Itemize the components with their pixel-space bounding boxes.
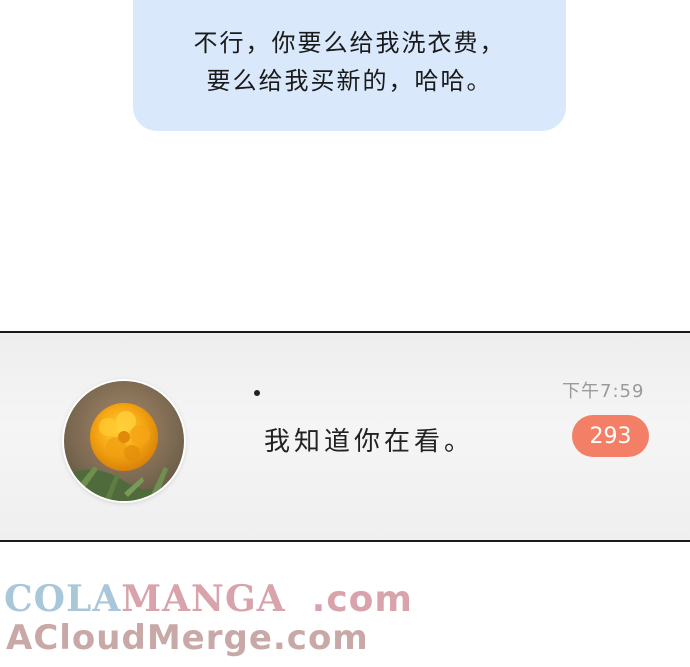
speech-line-2: 要么给我买新的，哈哈。: [206, 66, 493, 95]
speech-bubble: 不行，你要么给我洗衣费， 要么给我买新的，哈哈。: [133, 0, 566, 131]
watermark-cola: COLA: [4, 578, 122, 620]
avatar[interactable]: [64, 381, 184, 501]
unread-dot: [254, 390, 260, 396]
watermark-acloudmerge: ACloudMerge.com: [6, 618, 369, 658]
speech-line-1: 不行，你要么给我洗衣费，: [193, 28, 506, 57]
chat-notification[interactable]: 我知道你在看。 下午7:59 293: [0, 331, 690, 542]
message-preview: 我知道你在看。: [264, 427, 475, 457]
message-time: 下午7:59: [562, 381, 645, 402]
watermark-dotcom: .com: [311, 579, 413, 620]
watermark-colamanga: COLAMANGA .com: [4, 578, 413, 620]
unread-count-badge: 293: [572, 415, 649, 457]
watermark-manga: MANGA: [121, 578, 286, 620]
marigold-avatar-image: [64, 381, 184, 501]
